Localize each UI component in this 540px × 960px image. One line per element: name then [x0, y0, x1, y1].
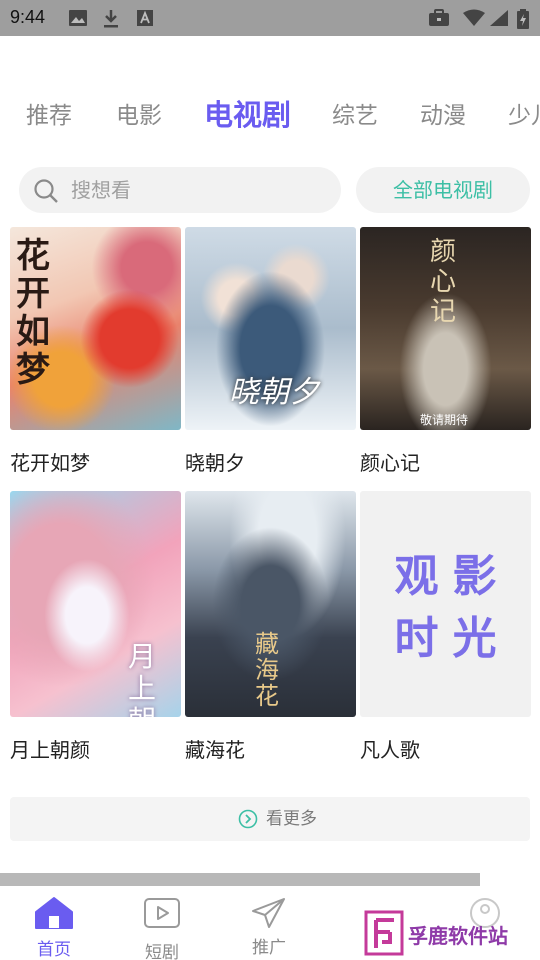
nav-label: 首页 [37, 940, 71, 960]
image-icon [68, 9, 88, 31]
nav-home[interactable]: 首页 [14, 886, 94, 960]
poster-card[interactable]: 藏海花 [185, 491, 356, 717]
status-time: 9:44 [10, 7, 46, 27]
poster-art-title: 晓朝夕 [229, 375, 319, 410]
poster-title[interactable]: 颜心记 [360, 447, 420, 476]
poster-card-placeholder[interactable]: 观影时光 [360, 491, 531, 717]
watermark-logo-icon [364, 908, 404, 960]
tab-recommend[interactable]: 推荐 [26, 96, 72, 136]
all-tv-series-button[interactable]: 全部电视剧 [356, 167, 530, 213]
wifi-icon [462, 9, 486, 31]
tab-movies[interactable]: 电影 [116, 96, 162, 136]
download-icon [102, 9, 120, 33]
scroll-indicator [0, 873, 480, 886]
placeholder-brand-text: 观影时光 [394, 551, 511, 664]
search-input[interactable]: 搜想看 [19, 167, 341, 213]
briefcase-icon [428, 9, 450, 31]
nav-short-drama[interactable]: 短剧 [122, 886, 202, 960]
poster-title[interactable]: 月上朝颜 [10, 734, 90, 763]
poster-art-subtitle: 敬请期待 [420, 413, 469, 427]
poster-art-title: 花开如梦 [16, 236, 50, 390]
poster-card[interactable]: 月上朝颜 [10, 491, 181, 717]
poster-title[interactable]: 晓朝夕 [185, 447, 245, 476]
poster-card[interactable]: 晓朝夕 [185, 227, 356, 430]
search-icon [33, 178, 59, 208]
nav-label: 推广 [252, 938, 286, 958]
tab-tv-series[interactable]: 电视剧 [204, 96, 291, 135]
paper-plane-icon [249, 896, 289, 934]
a-box-icon [136, 9, 154, 31]
poster-card[interactable]: 花开如梦 [10, 227, 181, 430]
watermark-text: 孚鹿软件站 [408, 924, 508, 948]
watermark: 孚鹿软件站 [362, 906, 540, 960]
chevron-circle-right-icon [238, 809, 258, 833]
status-bar: 9:44 [0, 0, 540, 36]
nav-promote[interactable]: 推广 [229, 886, 309, 960]
see-more-label: 看更多 [266, 809, 317, 829]
signal-icon [489, 9, 509, 31]
tab-anime[interactable]: 动漫 [420, 96, 466, 136]
nav-label: 短剧 [145, 943, 179, 960]
search-placeholder: 搜想看 [71, 178, 131, 202]
home-icon [34, 896, 74, 934]
poster-art-title: 颜心记 [430, 237, 457, 327]
tab-kids[interactable]: 少儿 [508, 96, 540, 136]
see-more-button[interactable]: 看更多 [10, 797, 530, 841]
poster-art-title: 藏海花 [255, 630, 279, 710]
poster-card[interactable]: 颜心记 敬请期待 [360, 227, 531, 430]
poster-title[interactable]: 花开如梦 [10, 447, 90, 476]
play-box-icon [142, 896, 182, 934]
poster-title[interactable]: 藏海花 [185, 734, 245, 763]
poster-art-title: 月上朝颜 [128, 640, 157, 718]
tab-variety[interactable]: 综艺 [332, 96, 378, 136]
category-tabs: 推荐 电影 电视剧 综艺 动漫 少儿 [0, 96, 540, 140]
battery-icon [517, 9, 529, 33]
poster-title[interactable]: 凡人歌 [360, 734, 420, 763]
